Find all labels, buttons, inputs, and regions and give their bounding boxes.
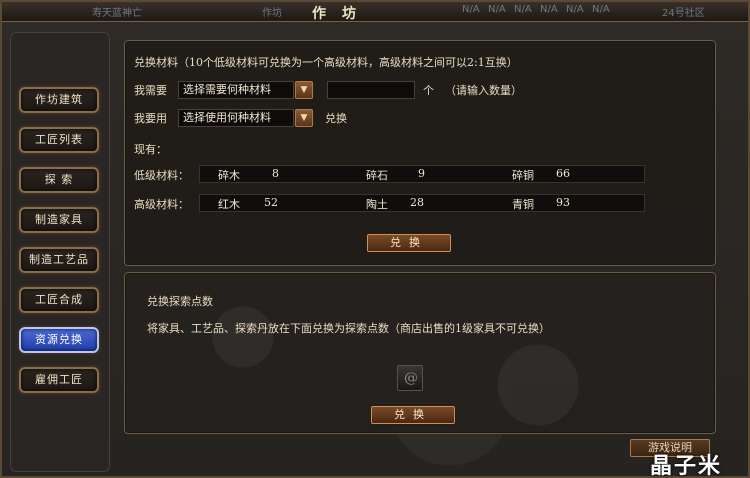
item-drop-slot[interactable]: @	[397, 365, 423, 391]
sidebar-item-resource-exchange[interactable]: 资源兑换	[19, 327, 99, 353]
material-name: 陶土	[366, 198, 388, 211]
high-materials-label: 高级材料：	[134, 198, 189, 211]
have-label: 现有：	[134, 143, 167, 156]
material-name: 碎石	[366, 169, 388, 182]
background-na-1: N/A	[462, 4, 480, 15]
explore-points-panel: 兑换探索点数 将家具、工艺品、探索丹放在下面兑换为探索点数（商店出售的1级家具不…	[124, 272, 716, 434]
use-suffix: 兑换	[325, 112, 347, 125]
material-name: 碎铜	[512, 169, 534, 182]
window-title: 作坊	[312, 6, 372, 22]
material-count: 28	[410, 196, 424, 209]
quantity-input[interactable]	[327, 81, 415, 99]
exchange-materials-button[interactable]: 兑换	[367, 234, 451, 252]
background-na-6: N/A	[592, 4, 610, 15]
background-na-2: N/A	[488, 4, 506, 15]
need-material-select[interactable]: 选择需要何种材料 ▼	[178, 81, 313, 99]
title-bar: 寿天蓝神亡 作坊 作坊 N/A N/A N/A N/A N/A N/A 24号社…	[2, 2, 748, 22]
need-select-value: 选择需要何种材料	[183, 83, 271, 96]
use-material-select[interactable]: 选择使用何种材料 ▼	[178, 109, 313, 127]
chevron-down-icon[interactable]: ▼	[295, 81, 313, 99]
material-count: 52	[264, 196, 278, 209]
material-count: 8	[272, 167, 279, 180]
quantity-hint: （请输入数量）	[445, 84, 522, 97]
sidebar-item-make-furniture[interactable]: 制造家具	[19, 207, 99, 233]
material-name: 碎木	[218, 169, 240, 182]
background-na-5: N/A	[566, 4, 584, 15]
quantity-unit: 个	[423, 84, 434, 97]
sidebar-item-workshop-building[interactable]: 作坊建筑	[19, 87, 99, 113]
background-na-4: N/A	[540, 4, 558, 15]
explore-header: 兑换探索点数	[147, 295, 213, 308]
material-count: 93	[556, 196, 570, 209]
need-label: 我需要	[134, 84, 167, 97]
material-name: 青铜	[512, 198, 534, 211]
sidebar-item-hire-craftsman[interactable]: 雇佣工匠	[19, 367, 99, 393]
sidebar-item-explore[interactable]: 探 索	[19, 167, 99, 193]
sidebar: 作坊建筑 工匠列表 探 索 制造家具 制造工艺品 工匠合成 资源兑换 雇佣工匠	[10, 32, 110, 472]
material-count: 9	[418, 167, 425, 180]
spiral-icon: @	[404, 370, 418, 386]
background-text-mid: 作坊	[262, 8, 282, 19]
chevron-down-icon[interactable]: ▼	[295, 109, 313, 127]
material-name: 红木	[218, 198, 240, 211]
background-na-3: N/A	[514, 4, 532, 15]
background-text-left: 寿天蓝神亡	[92, 8, 142, 19]
use-label: 我要用	[134, 112, 167, 125]
watermark-logo: 晶子米	[650, 454, 723, 478]
low-materials-row: 碎木 8 碎石 9 碎铜 66	[199, 165, 645, 183]
exchange-points-button[interactable]: 兑换	[371, 406, 455, 424]
use-select-value: 选择使用何种材料	[183, 111, 271, 124]
sidebar-item-craftsman-synthesis[interactable]: 工匠合成	[19, 287, 99, 313]
sidebar-item-craftsman-list[interactable]: 工匠列表	[19, 127, 99, 153]
exchange-header: 兑换材料（10个低级材料可兑换为一个高级材料，高级材料之间可以2:1互换）	[134, 56, 518, 69]
material-count: 66	[556, 167, 570, 180]
sidebar-item-make-crafts[interactable]: 制造工艺品	[19, 247, 99, 273]
background-text-right: 24号社区	[662, 8, 705, 19]
explore-description: 将家具、工艺品、探索丹放在下面兑换为探索点数（商店出售的1级家具不可兑换）	[147, 322, 550, 335]
high-materials-row: 红木 52 陶土 28 青铜 93	[199, 194, 645, 212]
low-materials-label: 低级材料：	[134, 169, 189, 182]
material-exchange-panel: 兑换材料（10个低级材料可兑换为一个高级材料，高级材料之间可以2:1互换） 我需…	[124, 40, 716, 266]
workshop-window: 寿天蓝神亡 作坊 作坊 N/A N/A N/A N/A N/A N/A 24号社…	[0, 0, 750, 478]
